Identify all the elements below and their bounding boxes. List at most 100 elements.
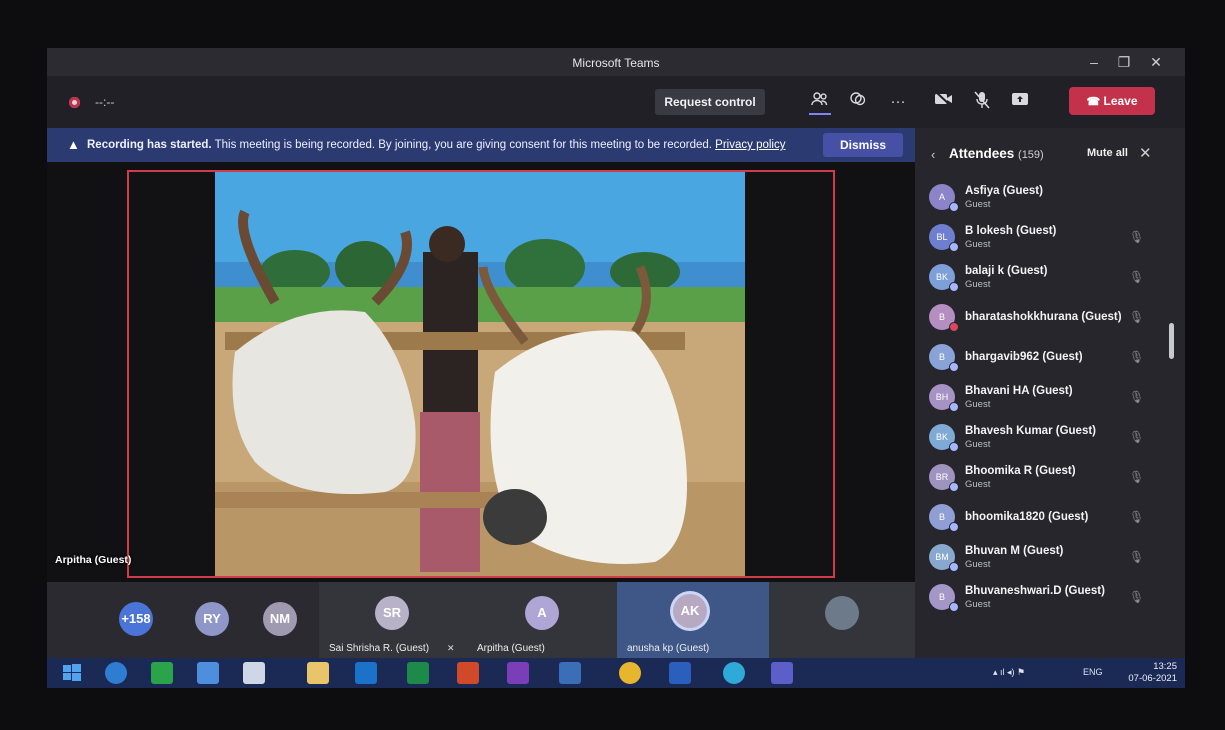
mic-off-icon[interactable]: 🎙	[1129, 590, 1144, 604]
mic-off-icon[interactable]: 🎙	[1129, 390, 1144, 404]
clock-date: 07-06-2021	[1128, 673, 1177, 684]
attendee-row[interactable]: B bhoomika1820 (Guest) 🎙	[915, 498, 1185, 538]
close-panel-icon[interactable]: ✕	[1139, 144, 1152, 162]
mic-off-icon[interactable]: 🎙	[1129, 310, 1144, 324]
powerpoint-icon[interactable]	[457, 662, 479, 684]
privacy-policy-link[interactable]: Privacy policy	[715, 139, 785, 151]
language-indicator[interactable]: ENG	[1083, 667, 1103, 677]
attendee-row[interactable]: B bhargavib962 (Guest) 🎙	[915, 338, 1185, 378]
camera-off-icon[interactable]	[933, 91, 955, 113]
attendees-count: (159)	[1018, 149, 1044, 161]
mic-off-icon[interactable]	[971, 91, 993, 113]
home-icon[interactable]	[197, 662, 219, 684]
shared-screen	[127, 170, 835, 578]
attendee-name: Bhuvan M (Guest)	[965, 545, 1064, 557]
attendee-row[interactable]: A Asfiya (Guest) Guest	[915, 178, 1185, 218]
teams-icon[interactable]	[771, 662, 793, 684]
system-clock[interactable]: 13:25 07-06-2021	[1107, 661, 1177, 685]
chrome-icon[interactable]	[619, 662, 641, 684]
shared-photo	[215, 172, 745, 576]
edge-icon[interactable]	[723, 662, 745, 684]
roster-scrollbar[interactable]	[1169, 323, 1174, 359]
presence-icon	[949, 442, 959, 452]
tile-name: anusha kp (Guest)	[627, 643, 710, 654]
meeting-toolbar: --:-- Request control ··· ☎ Leave	[47, 76, 1185, 128]
participant-avatar[interactable]: NM	[263, 602, 297, 636]
mic-off-icon[interactable]: 🎙	[1129, 230, 1144, 244]
store-icon[interactable]	[151, 662, 173, 684]
warning-icon: ▲	[67, 137, 80, 152]
attendee-role: Guest	[965, 239, 991, 250]
mic-off-icon[interactable]: 🎙	[1129, 550, 1144, 564]
back-icon[interactable]: ‹	[931, 147, 935, 162]
banner-headline: Recording has started.	[87, 139, 212, 151]
attendee-name: B lokesh (Guest)	[965, 225, 1057, 237]
dismiss-button[interactable]: Dismiss	[823, 133, 903, 157]
mic-off-icon[interactable]: 🎙	[1129, 470, 1144, 484]
windows-start-icon[interactable]	[61, 662, 83, 684]
mic-off-icon: ✕	[447, 643, 455, 653]
window-title: Microsoft Teams	[572, 56, 660, 70]
mic-off-icon[interactable]: 🎙	[1129, 270, 1144, 284]
attendee-role: Guest	[965, 279, 991, 290]
participant-avatar[interactable]: RY	[195, 602, 229, 636]
attendee-row[interactable]: BL B lokesh (Guest) Guest 🎙	[915, 218, 1185, 258]
presence-icon	[949, 322, 959, 332]
mic-off-icon[interactable]: 🎙	[1129, 350, 1144, 364]
monitor-icon[interactable]	[559, 662, 581, 684]
attendee-role: Guest	[965, 439, 991, 450]
presence-icon	[949, 402, 959, 412]
mic-off-icon[interactable]: 🎙	[1129, 430, 1144, 444]
onenote-icon[interactable]	[507, 662, 529, 684]
attendee-role: Guest	[965, 599, 991, 610]
share-icon[interactable]	[1009, 91, 1031, 113]
attendee-row[interactable]: BR Bhoomika R (Guest) Guest 🎙	[915, 458, 1185, 498]
presence-icon	[949, 362, 959, 372]
participant-photo	[825, 596, 859, 630]
attendees-title-text: Attendees	[949, 146, 1015, 161]
internet-explorer-icon[interactable]	[105, 662, 127, 684]
participant-tile[interactable]	[769, 582, 916, 658]
presence-icon	[949, 562, 959, 572]
presence-icon	[949, 482, 959, 492]
tray-icons[interactable]: ▴ ıl ◂) ⚑	[993, 667, 1025, 678]
mute-all-button[interactable]: Mute all	[1087, 147, 1128, 159]
attendee-name: balaji k (Guest)	[965, 265, 1048, 277]
close-icon[interactable]: ✕	[1147, 53, 1165, 71]
maximize-icon[interactable]: ❐	[1115, 53, 1133, 71]
banner-message: Recording has started. This meeting is b…	[87, 139, 785, 151]
minimize-icon[interactable]: –	[1085, 53, 1103, 71]
word-icon[interactable]	[669, 662, 691, 684]
attendee-row[interactable]: B bharatashokkhurana (Guest) 🎙	[915, 298, 1185, 338]
attendee-row[interactable]: BK Bhavesh Kumar (Guest) Guest 🎙	[915, 418, 1185, 458]
outlook-icon[interactable]	[355, 662, 377, 684]
participant-tile[interactable]: SR Sai Shrisha R. (Guest) ✕	[319, 582, 468, 658]
people-icon[interactable]	[809, 91, 831, 115]
overflow-count[interactable]: +158	[119, 602, 153, 636]
document-icon[interactable]	[243, 662, 265, 684]
chat-icon[interactable]	[847, 91, 869, 113]
attendee-row[interactable]: BH Bhavani HA (Guest) Guest 🎙	[915, 378, 1185, 418]
phone-icon: ☎	[1086, 96, 1101, 108]
attendee-name: bharatashokkhurana (Guest)	[965, 311, 1122, 323]
attendee-row[interactable]: BK balaji k (Guest) Guest 🎙	[915, 258, 1185, 298]
shared-content-stage: Arpitha (Guest)	[47, 162, 915, 582]
attendee-row[interactable]: BM Bhuvan M (Guest) Guest 🎙	[915, 538, 1185, 578]
tile-avatar: AK	[673, 594, 707, 628]
attendee-row[interactable]: B Bhuvaneshwari.D (Guest) Guest 🎙	[915, 578, 1185, 618]
attendee-role: Guest	[965, 479, 991, 490]
more-icon[interactable]: ···	[887, 91, 909, 113]
request-control-button[interactable]: Request control	[655, 89, 765, 115]
participant-tile-active[interactable]: AK anusha kp (Guest)	[617, 582, 770, 658]
recording-icon	[69, 97, 80, 108]
mic-off-icon[interactable]: 🎙	[1129, 510, 1144, 524]
recording-banner: ▲ Recording has started. This meeting is…	[47, 128, 915, 162]
attendee-name: Bhoomika R (Guest)	[965, 465, 1076, 477]
file-explorer-icon[interactable]	[307, 662, 329, 684]
excel-icon[interactable]	[407, 662, 429, 684]
participant-tile[interactable]: A Arpitha (Guest)	[467, 582, 618, 658]
attendee-name: Bhavani HA (Guest)	[965, 385, 1073, 397]
leave-button[interactable]: ☎ Leave	[1069, 87, 1155, 115]
tile-name: Sai Shrisha R. (Guest)	[329, 643, 430, 654]
banner-text: This meeting is being recorded. By joini…	[214, 139, 712, 151]
